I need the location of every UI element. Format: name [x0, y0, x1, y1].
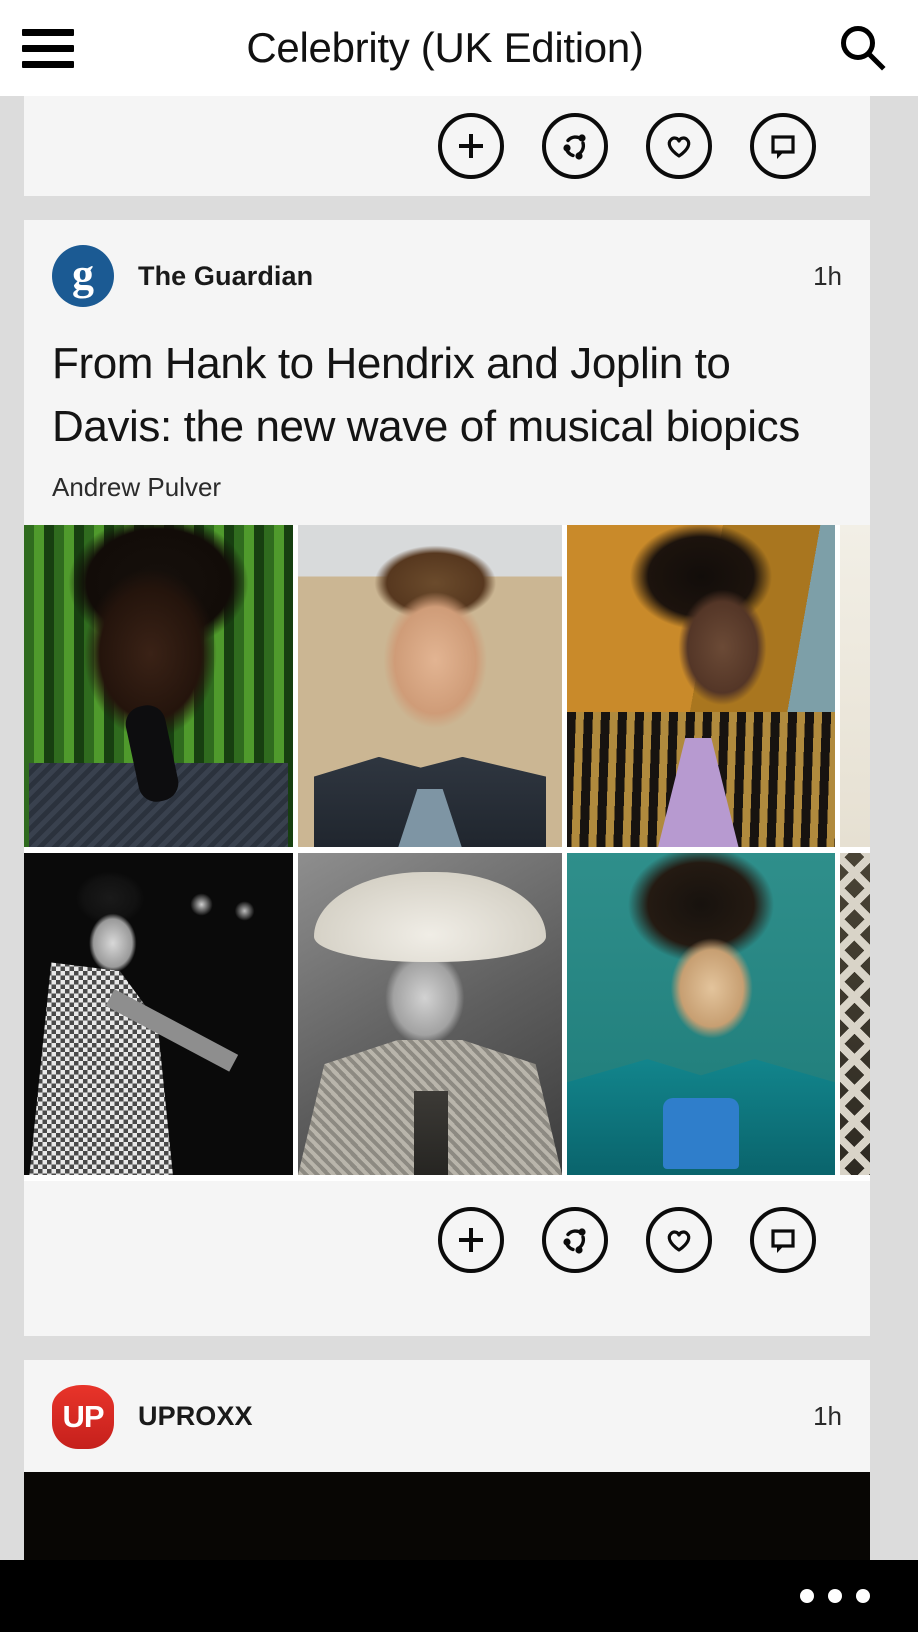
plus-circle-icon[interactable]	[438, 113, 504, 179]
james-brown-color-photo[interactable]	[24, 525, 293, 847]
guardian-g-logo: g	[52, 245, 114, 307]
share-circle-icon[interactable]	[542, 113, 608, 179]
page-title: Celebrity (UK Edition)	[246, 24, 644, 71]
hamburger-bar	[22, 44, 74, 52]
article-card-guardian[interactable]: g The Guardian 1h From Hank to Hendrix a…	[24, 220, 870, 1336]
app-bar: Celebrity (UK Edition)	[0, 0, 918, 96]
partial-top-card[interactable]	[24, 96, 870, 196]
overflow-dot	[856, 1589, 870, 1603]
photo-grid[interactable]	[24, 525, 870, 1181]
lattice-fence-photo[interactable]	[840, 853, 870, 1175]
source-name: UPROXX	[138, 1400, 253, 1431]
share-circle-icon[interactable]	[542, 1207, 608, 1273]
source-name: The Guardian	[138, 260, 314, 291]
action-bar	[24, 96, 870, 196]
uproxx-up-logo: UP	[52, 1385, 114, 1449]
plus-circle-icon[interactable]	[438, 1207, 504, 1273]
comment-circle-icon[interactable]	[750, 1207, 816, 1273]
search-icon[interactable]	[808, 0, 918, 96]
partial-photo-top[interactable]	[840, 525, 870, 847]
hamburger-bar	[22, 60, 74, 68]
comment-circle-icon[interactable]	[750, 113, 816, 179]
hank-williams-bw-photo[interactable]	[298, 853, 562, 1175]
headline[interactable]: From Hank to Hendrix and Joplin to Davis…	[24, 332, 870, 458]
guardian-logo-glyph: g	[52, 245, 114, 307]
byline: Andrew Pulver	[52, 472, 222, 502]
uproxx-logo-glyph: UP	[52, 1385, 114, 1449]
action-bar	[24, 1181, 870, 1299]
timestamp: 1h	[813, 1400, 842, 1431]
heart-circle-icon[interactable]	[646, 1207, 712, 1273]
overflow-dots-icon[interactable]	[800, 1589, 870, 1603]
overflow-dot	[800, 1589, 814, 1603]
james-brown-bw-photo[interactable]	[24, 853, 293, 1175]
card-header: g The Guardian 1h	[24, 220, 870, 332]
andre-3000-hendrix-photo[interactable]	[567, 525, 835, 847]
heart-circle-icon[interactable]	[646, 113, 712, 179]
card-header: UP UPROXX 1h	[24, 1360, 870, 1472]
hamburger-bar	[22, 28, 74, 36]
overflow-dot	[828, 1589, 842, 1603]
tom-hiddleston-photo[interactable]	[298, 525, 562, 847]
timestamp: 1h	[813, 260, 842, 291]
app-root: Celebrity (UK Edition) g The Guardian 1h…	[0, 0, 918, 1632]
jimi-hendrix-teal-photo[interactable]	[567, 853, 835, 1175]
bottom-bar	[0, 1560, 918, 1632]
